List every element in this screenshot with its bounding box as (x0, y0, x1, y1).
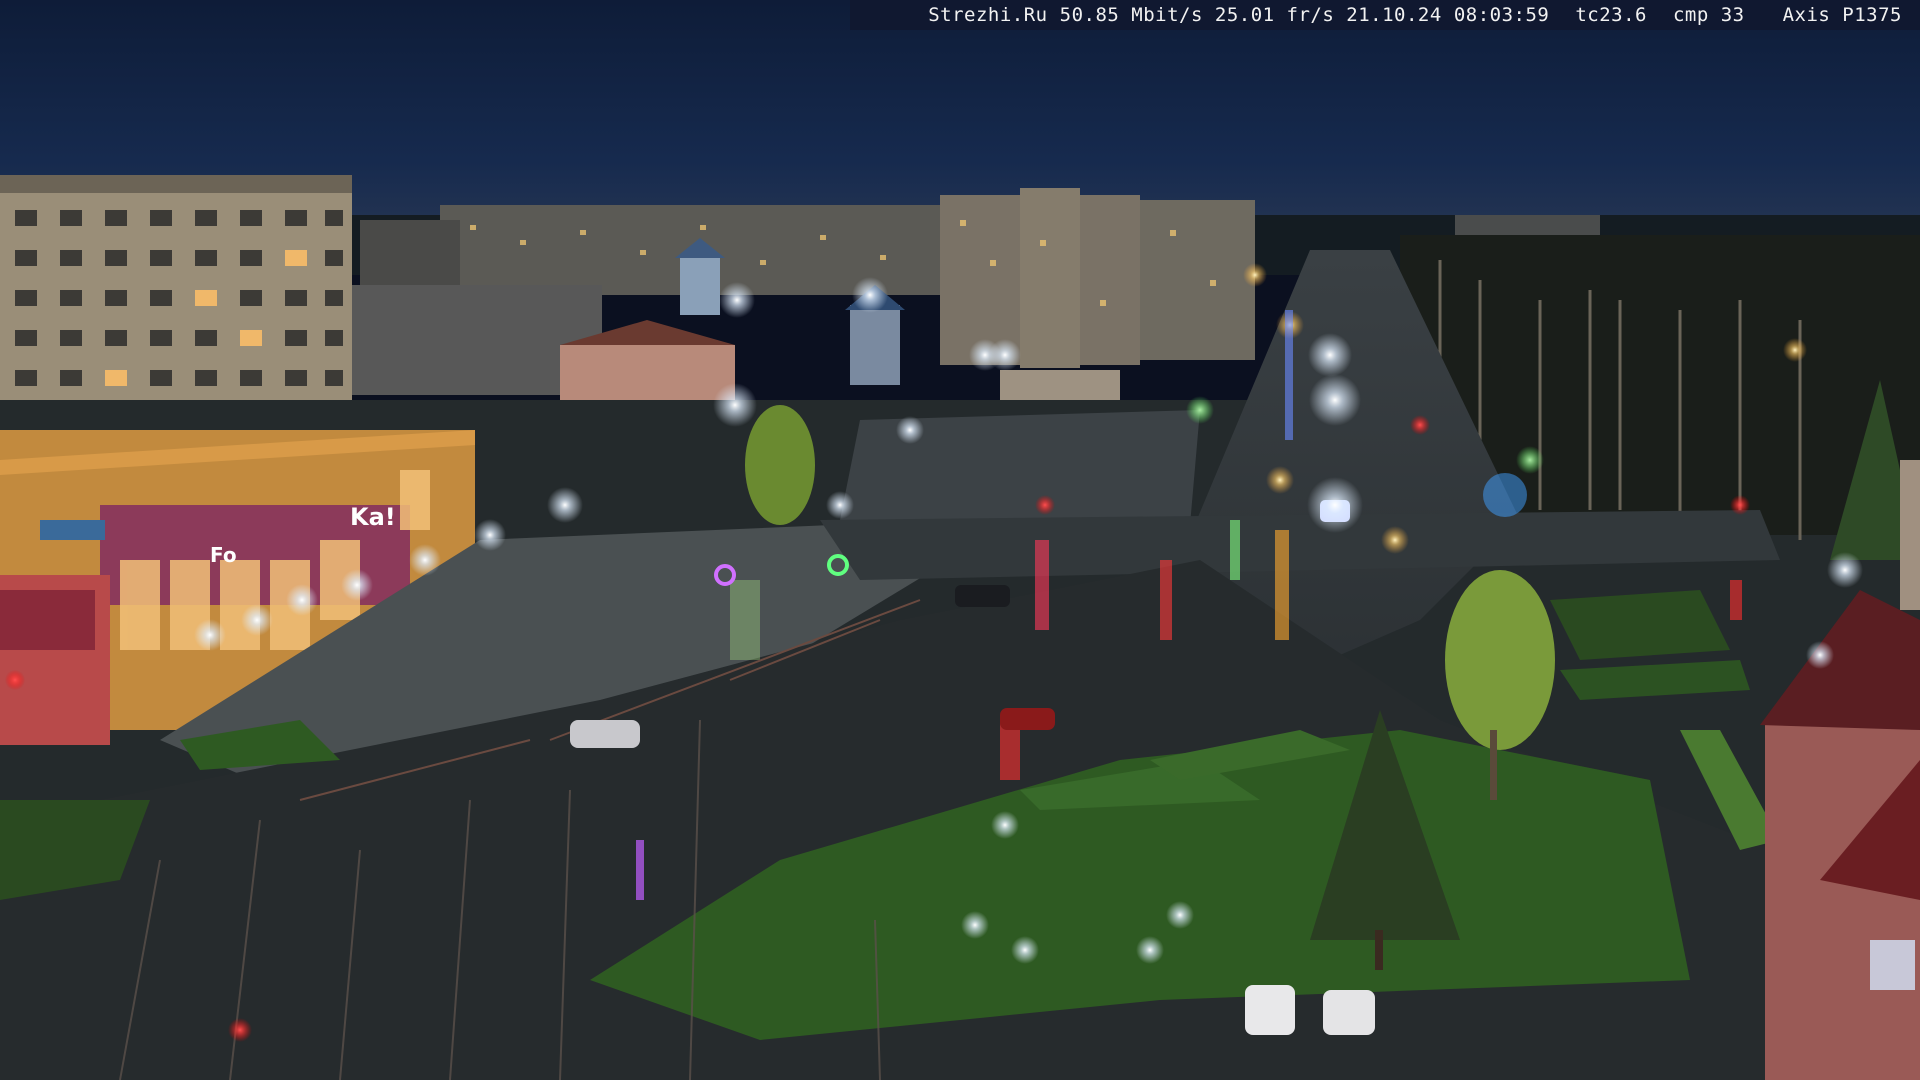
site-name: Strezhi.Ru (928, 4, 1048, 26)
camera-model: Axis P1375 (1782, 4, 1902, 26)
purple-light-column (636, 840, 644, 900)
cmp-value: cmp 33 (1672, 4, 1745, 26)
tc-value: tc23.6 (1575, 4, 1647, 26)
city-scene: Ka! Fo (0, 0, 1920, 1080)
dark-car (955, 585, 1010, 607)
time: 08:03:59 (1453, 4, 1550, 26)
store-sign-left: Ka! (350, 503, 396, 531)
store-sign-right: Fo (210, 543, 237, 567)
date: 21.10.24 (1346, 4, 1442, 26)
framerate: 25.01 fr/s (1214, 4, 1335, 26)
bandwidth: 50.85 Mbit/s (1059, 4, 1203, 26)
blue-light-column (1285, 310, 1293, 440)
webcam-frame: Ka! Fo Strezhi.Ru 50.85 Mbit/s 25.01 fr/… (0, 0, 1920, 1080)
red-car (1000, 708, 1055, 730)
palm-light-decoration (1483, 473, 1527, 517)
camera-info-overlay: Strezhi.Ru 50.85 Mbit/s 25.01 fr/s 21.10… (850, 0, 1920, 30)
silver-car (570, 720, 640, 748)
central-square (840, 410, 1200, 525)
white-car-parked-1 (1245, 985, 1295, 1035)
white-car-parked-2 (1323, 990, 1375, 1035)
